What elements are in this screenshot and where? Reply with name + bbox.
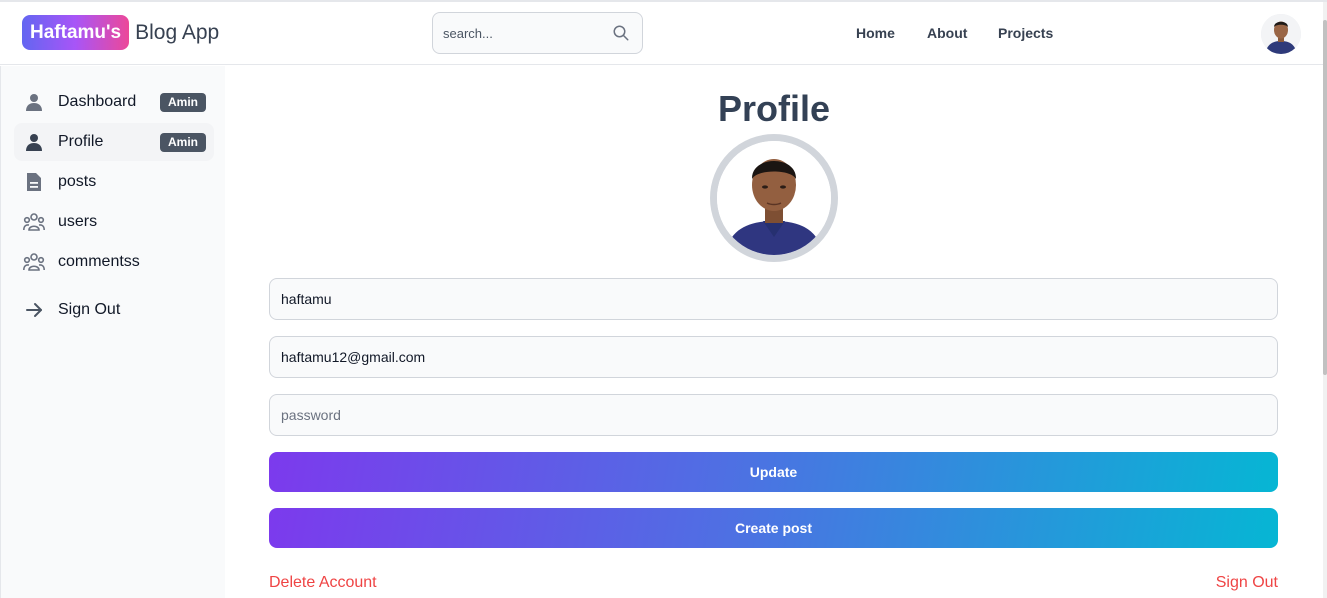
nav-home-link[interactable]: Home xyxy=(856,25,895,41)
update-button[interactable]: Update xyxy=(269,452,1278,492)
sign-out-link[interactable]: Sign Out xyxy=(1216,574,1278,592)
search-box xyxy=(432,12,643,54)
delete-account-link[interactable]: Delete Account xyxy=(269,574,377,592)
user-icon xyxy=(23,131,45,153)
username-field[interactable] xyxy=(269,278,1278,320)
search-input[interactable] xyxy=(433,13,603,53)
arrow-right-icon xyxy=(23,299,45,321)
sidebar-item-label: users xyxy=(58,213,98,230)
role-badge: Amin xyxy=(160,133,206,152)
user-icon xyxy=(23,91,45,113)
profile-photo xyxy=(717,141,831,255)
page-scrollbar-thumb[interactable] xyxy=(1323,20,1327,375)
top-navbar: Haftamu's Blog App Home About Projects xyxy=(0,2,1327,65)
search-icon[interactable] xyxy=(612,24,630,42)
create-post-button[interactable]: Create post xyxy=(269,508,1278,548)
nav-projects-link[interactable]: Projects xyxy=(998,25,1053,41)
password-field[interactable] xyxy=(269,394,1278,436)
email-field[interactable] xyxy=(269,336,1278,378)
sidebar-item-dashboard[interactable]: Dashboard Amin xyxy=(14,83,214,121)
sidebar-item-label: Profile xyxy=(58,133,104,150)
users-group-icon xyxy=(23,211,45,233)
sidebar-item-comments[interactable]: commentss xyxy=(14,243,214,281)
profile-main: Profile Update Create post Delete Accoun… xyxy=(225,66,1323,598)
sidebar-item-sign-out[interactable]: Sign Out xyxy=(14,291,214,329)
sidebar-item-label: Sign Out xyxy=(58,301,121,318)
sidebar-item-label: posts xyxy=(58,173,97,190)
nav-about-link[interactable]: About xyxy=(927,25,967,41)
brand-badge: Haftamu's xyxy=(22,15,130,50)
sidebar-item-posts[interactable]: posts xyxy=(14,163,214,201)
users-group-icon xyxy=(23,251,45,273)
document-icon xyxy=(23,171,45,193)
sidebar-item-users[interactable]: users xyxy=(14,203,214,241)
sidebar-item-label: Dashboard xyxy=(58,93,137,110)
sidebar-item-label: commentss xyxy=(58,253,140,270)
page-title: Profile xyxy=(717,88,831,129)
brand-text: Blog App xyxy=(135,20,220,44)
sidebar-item-profile[interactable]: Profile Amin xyxy=(14,123,214,161)
role-badge: Amin xyxy=(160,93,206,112)
sidebar: Dashboard Amin Profile Amin posts users … xyxy=(0,66,225,598)
brand-logo[interactable]: Haftamu's Blog App xyxy=(22,15,219,50)
user-avatar-photo xyxy=(1261,14,1301,54)
user-avatar[interactable] xyxy=(1261,14,1301,54)
profile-picture[interactable] xyxy=(710,134,838,262)
